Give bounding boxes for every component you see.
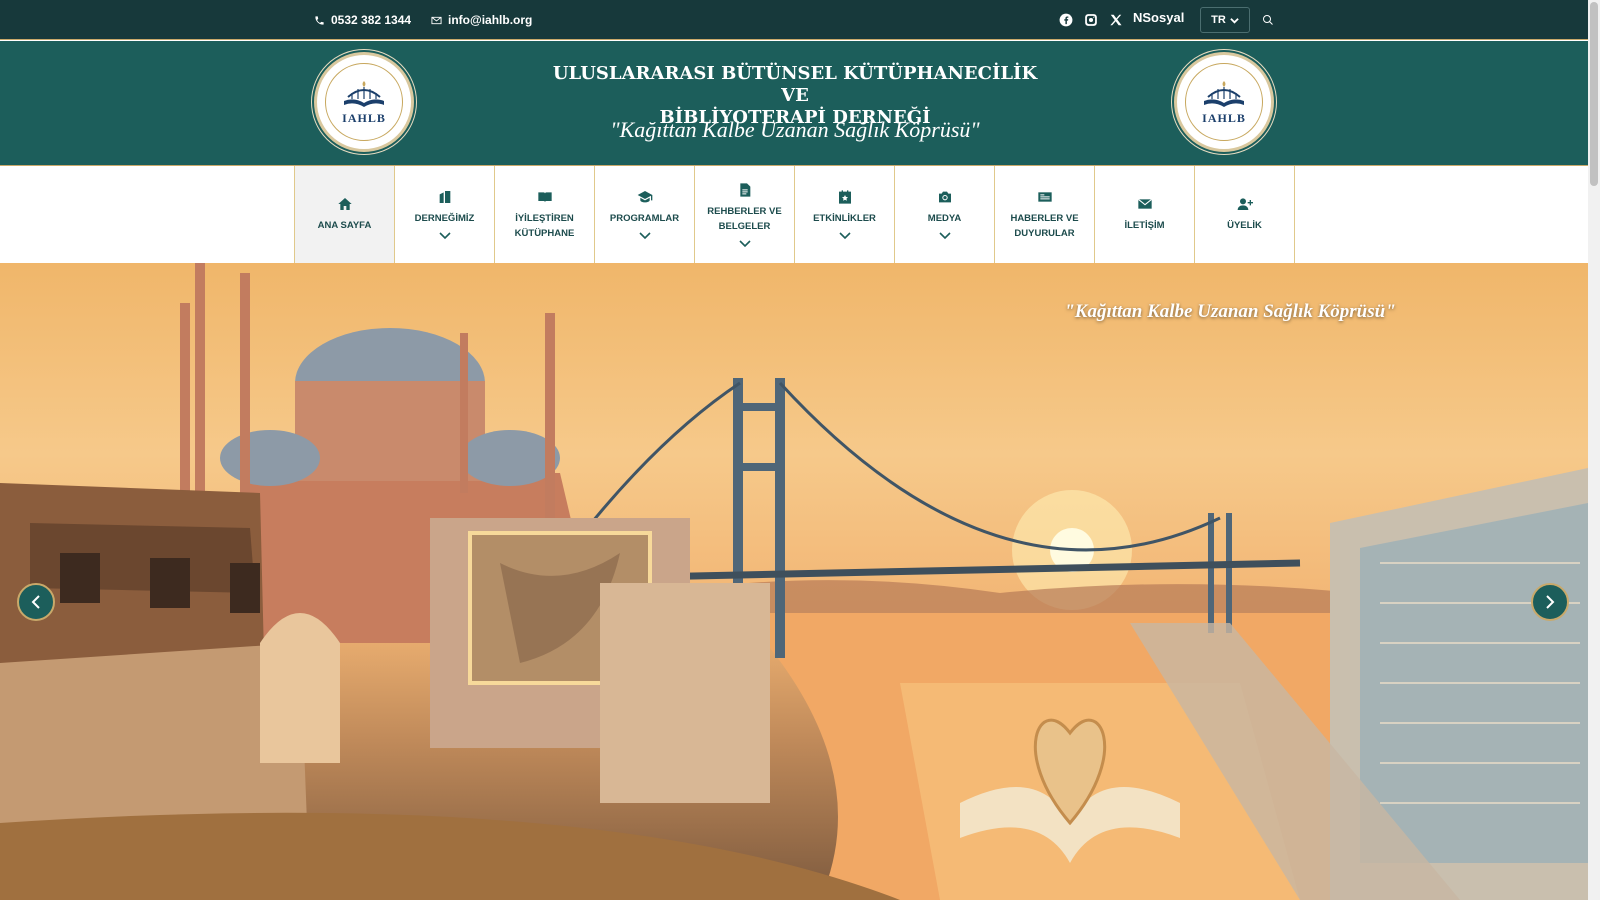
calendar-star-icon <box>838 190 851 204</box>
search-icon <box>1263 15 1273 25</box>
logo-emblem: IAHLB <box>325 63 403 141</box>
email-address: info@iahlb.org <box>448 13 533 27</box>
user-plus-icon <box>1237 198 1253 210</box>
book-bridge-emblem-icon <box>344 80 384 107</box>
organization-title-line1: ULUSLARARASI BÜTÜNSEL KÜTÜPHANECİLİK VE <box>552 63 1038 106</box>
slider-prev-button[interactable] <box>17 583 55 621</box>
logo-emblem: IAHLB <box>1185 63 1263 141</box>
x-icon <box>1110 14 1122 26</box>
phone-icon <box>315 15 324 25</box>
chevron-down-icon <box>1230 17 1239 24</box>
logo-text: IAHLB <box>342 110 386 125</box>
x-link[interactable] <box>1109 0 1123 40</box>
chevron-down-icon <box>838 232 851 240</box>
nav-label: REHBERLER VE BELGELER <box>707 205 782 232</box>
envelope-icon <box>1137 198 1152 209</box>
nav-label: ETKİNLİKLER <box>813 213 876 224</box>
logo-text: IAHLB <box>1202 110 1246 125</box>
instagram-icon <box>1085 14 1097 26</box>
nav-item-etkinlikler[interactable]: ETKİNLİKLER <box>795 166 895 263</box>
chevron-right-icon <box>1546 595 1555 609</box>
nav-item-iyilestiren-kutuphane[interactable]: İYİLEŞTİREN KÜTÜPHANE <box>495 166 595 263</box>
nav-label: PROGRAMLAR <box>609 213 680 224</box>
nav-item-rehberler-ve-belgeler[interactable]: REHBERLER VE BELGELER <box>695 166 795 263</box>
book-bridge-emblem-icon <box>1204 80 1244 107</box>
facebook-icon <box>1059 13 1073 27</box>
chevron-down-icon <box>638 232 651 240</box>
page-scrollbar[interactable] <box>1588 0 1600 900</box>
top-bar: 0532 382 1344 info@iahlb.org NSosyal TR <box>0 0 1588 40</box>
camera-icon <box>938 191 951 203</box>
hero-image <box>0 263 1588 900</box>
slider-next-button[interactable] <box>1531 583 1569 621</box>
graduation-cap-icon <box>637 191 652 203</box>
book-icon <box>537 191 552 202</box>
nav-item-ana-sayfa[interactable]: ANA SAYFA <box>295 166 395 263</box>
nav-label: HABERLER VE DUYURULAR <box>1010 212 1079 239</box>
logo-right[interactable]: IAHLB <box>1174 52 1274 152</box>
chevron-down-icon <box>938 232 951 240</box>
nav-label: İLETİŞİM <box>1124 220 1165 231</box>
nav-label: DERNEĞİMİZ <box>414 213 475 224</box>
nav-item-dernegimiz[interactable]: DERNEĞİMİZ <box>395 166 495 263</box>
nsosyal-link[interactable]: NSosyal <box>1133 0 1184 36</box>
nav-item-iletisim[interactable]: İLETİŞİM <box>1095 166 1195 263</box>
main-navigation: ANA SAYFA DERNEĞİMİZ İYİLEŞTİREN KÜTÜPHA… <box>294 166 1295 263</box>
site-header: IAHLB ULUSLARARASI BÜTÜNSEL KÜTÜPHANECİL… <box>0 41 1588 166</box>
phone-link[interactable]: 0532 382 1344 <box>314 0 411 40</box>
nav-label: ANA SAYFA <box>317 220 372 231</box>
hero-motto: "Kağıttan Kalbe Uzanan Sağlık Köprüsü" <box>1064 301 1396 322</box>
search-button[interactable] <box>1262 13 1276 27</box>
facebook-link[interactable] <box>1059 0 1073 40</box>
nav-item-programlar[interactable]: PROGRAMLAR <box>595 166 695 263</box>
building-icon <box>439 191 450 203</box>
logo-left[interactable]: IAHLB <box>314 52 414 152</box>
organization-motto: "Kağıttan Kalbe Uzanan Sağlık Köprüsü" <box>610 117 980 142</box>
instagram-link[interactable] <box>1084 0 1098 40</box>
email-link[interactable]: info@iahlb.org <box>431 0 532 40</box>
nav-item-uyelik[interactable]: ÜYELİK <box>1195 166 1295 263</box>
phone-number: 0532 382 1344 <box>331 13 412 27</box>
language-value: TR <box>1211 14 1226 26</box>
document-icon <box>739 182 750 197</box>
language-selector[interactable]: TR <box>1200 7 1250 33</box>
home-icon <box>337 198 352 210</box>
nav-item-haberler-ve-duyurular[interactable]: HABERLER VE DUYURULAR <box>995 166 1095 263</box>
hero-slider: "Kağıttan Kalbe Uzanan Sağlık Köprüsü" <box>0 263 1588 900</box>
nav-label: MEDYA <box>927 213 962 224</box>
nav-label: ÜYELİK <box>1227 220 1262 231</box>
newspaper-icon <box>1037 191 1052 202</box>
scrollbar-thumb[interactable] <box>1590 2 1598 186</box>
chevron-left-icon <box>31 595 40 609</box>
nav-item-medya[interactable]: MEDYA <box>895 166 995 263</box>
chevron-down-icon <box>738 239 751 247</box>
nav-label: İYİLEŞTİREN KÜTÜPHANE <box>514 212 575 239</box>
mail-icon <box>431 16 442 24</box>
chevron-down-icon <box>438 232 451 240</box>
